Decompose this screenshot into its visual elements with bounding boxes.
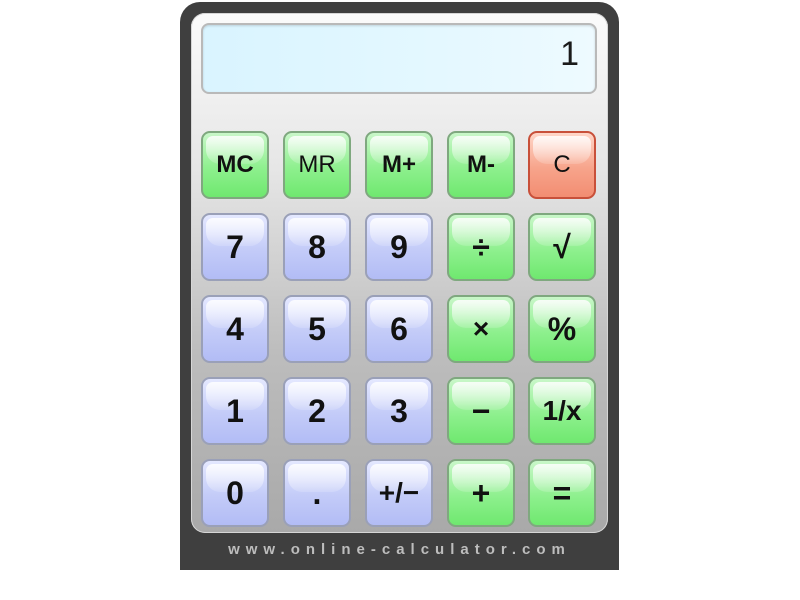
digit-5-label: 5 [308,310,326,347]
digit-1-button[interactable]: 1 [201,377,269,445]
divide-label: ÷ [472,228,490,265]
site-footer-text: www.online-calculator.com [228,541,571,558]
digit-0-button[interactable]: 0 [201,459,269,527]
percent-button[interactable]: % [528,295,596,363]
digit-7-label: 7 [226,228,244,265]
digit-1-label: 1 [226,392,244,429]
divide-button[interactable]: ÷ [447,213,515,281]
minus-label: − [471,392,491,429]
digit-9-label: 9 [390,228,408,265]
memory-add-label: M+ [381,151,416,178]
digit-2-label: 2 [308,392,326,429]
digit-6-label: 6 [390,310,408,347]
digit-8-label: 8 [308,228,326,265]
digit-8-button[interactable]: 8 [283,213,351,281]
multiply-button[interactable]: × [447,295,515,363]
minus-button[interactable]: − [447,377,515,445]
memory-clear-label: MC [216,151,254,178]
plus-minus-button[interactable]: +/− [365,459,433,527]
digit-4-button[interactable]: 4 [201,295,269,363]
display-value: 1 [560,35,579,73]
decimal-point-label: . [312,474,322,511]
calculator-display: 1 [201,23,597,94]
digit-6-button[interactable]: 6 [365,295,433,363]
digit-3-button[interactable]: 3 [365,377,433,445]
digit-3-label: 3 [390,392,408,429]
plus-button[interactable]: + [447,459,515,527]
decimal-point-button[interactable]: . [283,459,351,527]
memory-subtract-label: M- [467,151,495,178]
square-root-label: √ [553,228,571,265]
clear-button[interactable]: C [528,131,596,199]
clear-label: C [553,151,571,178]
memory-recall-button[interactable]: MR [283,131,351,199]
digit-4-label: 4 [226,310,244,347]
equals-label: = [552,474,572,511]
digit-7-button[interactable]: 7 [201,213,269,281]
digit-0-label: 0 [226,474,244,511]
memory-add-button[interactable]: M+ [365,131,433,199]
reciprocal-button[interactable]: 1/x [528,377,596,445]
digit-5-button[interactable]: 5 [283,295,351,363]
multiply-label: × [472,313,490,344]
memory-recall-label: MR [298,151,336,178]
equals-button[interactable]: = [528,459,596,527]
reciprocal-label: 1/x [542,395,582,426]
plus-label: + [471,474,491,511]
memory-clear-button[interactable]: MC [201,131,269,199]
percent-label: % [547,310,577,347]
digit-2-button[interactable]: 2 [283,377,351,445]
digit-9-button[interactable]: 9 [365,213,433,281]
memory-subtract-button[interactable]: M- [447,131,515,199]
plus-minus-label: +/− [378,477,420,508]
square-root-button[interactable]: √ [528,213,596,281]
